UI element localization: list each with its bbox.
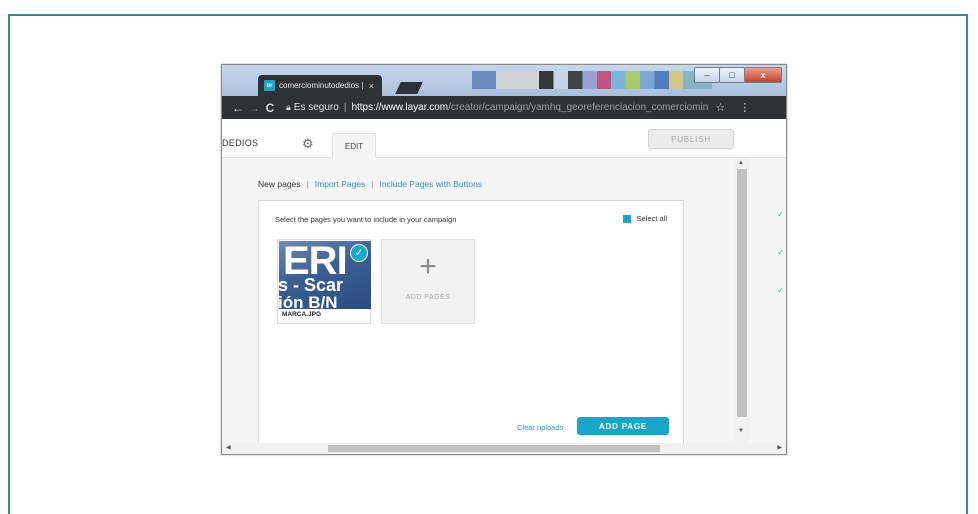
selected-check-icon[interactable]: ✓ bbox=[350, 244, 368, 262]
tab-include-pages-with-buttons[interactable]: Include Pages with Buttons bbox=[380, 179, 483, 189]
url-host: https://www.layar.com bbox=[351, 102, 449, 113]
clear-uploads-link[interactable]: Clear uploads bbox=[517, 423, 563, 432]
thumb-text: ión B/N bbox=[279, 293, 338, 309]
select-all-label: Select all bbox=[636, 214, 667, 223]
minimize-button[interactable]: – bbox=[694, 67, 720, 83]
campaign-name: DEDIOS bbox=[222, 138, 259, 148]
side-pane: ✓ ✓ ✓ bbox=[749, 158, 786, 443]
browser-tab[interactable]: or comerciominutodedios | × bbox=[258, 75, 382, 96]
scroll-left-icon[interactable]: ◀ bbox=[226, 444, 231, 451]
browser-menu-icon[interactable]: ⋮ bbox=[739, 101, 750, 114]
bookmark-star-icon[interactable]: ☆ bbox=[715, 101, 725, 114]
maximize-button[interactable]: □ bbox=[719, 67, 745, 83]
tab-new-pages[interactable]: New pages bbox=[258, 179, 301, 189]
back-button[interactable]: ← bbox=[230, 101, 246, 115]
scroll-down-icon[interactable]: ▼ bbox=[738, 428, 744, 434]
close-window-button[interactable]: x bbox=[744, 67, 782, 83]
page-selection-panel: Select the pages you want to include in … bbox=[258, 200, 684, 452]
lock-icon: 🔒︎ bbox=[286, 102, 291, 112]
select-all-checkbox[interactable] bbox=[622, 214, 631, 223]
url-separator: | bbox=[343, 102, 347, 113]
add-pages-tile[interactable]: + ADD PAGES bbox=[381, 239, 475, 324]
subnav-separator: | bbox=[306, 179, 309, 189]
gear-icon[interactable]: ⚙ bbox=[302, 136, 314, 152]
page-card[interactable]: ERI s - Scar ión B/N ✓ MARCA.JPG bbox=[277, 239, 371, 324]
security-label: Es seguro bbox=[293, 102, 339, 113]
chevron-icon: ✓ bbox=[777, 286, 784, 295]
taskbar-thumbnails bbox=[472, 71, 712, 89]
publish-button[interactable]: PUBLISH bbox=[648, 129, 734, 149]
scroll-right-icon[interactable]: ▶ bbox=[777, 444, 782, 451]
tab-import-pages[interactable]: Import Pages bbox=[315, 179, 366, 189]
page-source-tabs: New pages | Import Pages | Include Pages wit… bbox=[258, 179, 482, 189]
vertical-scroll-thumb[interactable] bbox=[737, 169, 747, 417]
tab-edit[interactable]: EDIT bbox=[332, 133, 376, 158]
select-all-toggle[interactable]: Select all bbox=[622, 214, 667, 223]
browser-window: or comerciominutodedios | × – □ x ← → C … bbox=[221, 64, 787, 455]
page-thumbnail: ERI s - Scar ión B/N ✓ bbox=[279, 241, 371, 309]
subnav-separator: | bbox=[371, 179, 374, 189]
url-path: /creator/campaign/yamhq_georeferenciacio… bbox=[448, 102, 710, 113]
horizontal-scrollbar[interactable]: ◀ ▶ bbox=[222, 443, 786, 454]
forward-button[interactable]: → bbox=[246, 101, 262, 115]
reload-button[interactable]: C bbox=[262, 101, 278, 115]
window-controls: – □ x bbox=[694, 67, 782, 83]
panel-title: Select the pages you want to include in … bbox=[275, 215, 457, 224]
chevron-icon: ✓ bbox=[777, 210, 784, 219]
main-content: New pages | Import Pages | Include Pages wit… bbox=[222, 158, 735, 452]
tab-close-icon[interactable]: × bbox=[369, 81, 374, 91]
horizontal-scroll-thumb[interactable] bbox=[328, 445, 660, 452]
address-bar: ← → C 🔒︎ Es seguro | https://www.layar.c… bbox=[222, 96, 786, 119]
url-field[interactable]: https://www.layar.com/creator/campaign/y… bbox=[351, 102, 709, 113]
title-bar: or comerciominutodedios | × – □ x bbox=[222, 65, 786, 96]
add-pages-label: ADD PAGES bbox=[405, 294, 451, 301]
plus-icon: + bbox=[419, 250, 437, 283]
tab-title: comerciominutodedios | bbox=[279, 81, 364, 90]
add-page-button[interactable]: ADD PAGE bbox=[577, 417, 669, 435]
new-tab-button[interactable] bbox=[395, 82, 423, 94]
scroll-up-icon[interactable]: ▲ bbox=[738, 160, 744, 166]
favicon-icon: or bbox=[264, 80, 275, 91]
vertical-scrollbar[interactable]: ▲ ▼ bbox=[735, 158, 749, 443]
chevron-icon: ✓ bbox=[777, 248, 784, 257]
page-file-name: MARCA.JPG bbox=[282, 311, 322, 318]
app-header: DEDIOS ⚙ EDIT PUBLISH bbox=[222, 119, 786, 158]
